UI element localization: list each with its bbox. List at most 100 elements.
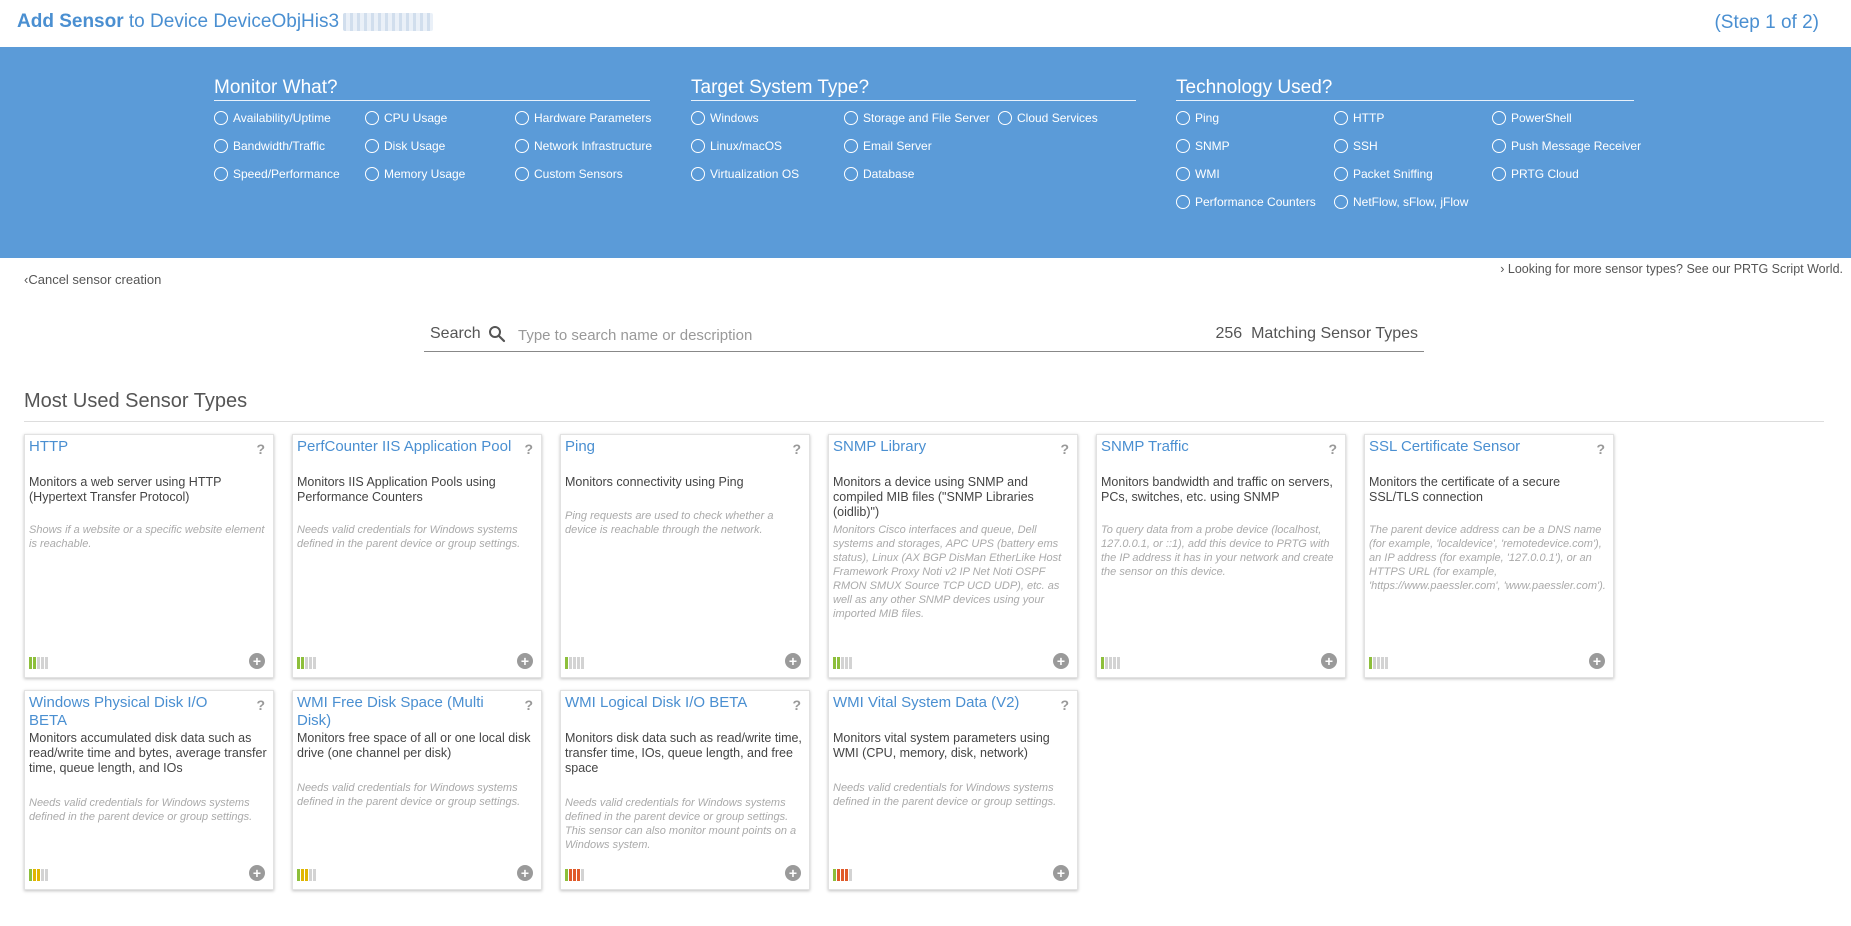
help-icon[interactable]: ? [256, 697, 265, 713]
sensor-card[interactable]: SNMP Library? Monitors a device using SNM… [828, 434, 1078, 678]
sensor-card-name[interactable]: PerfCounter IIS Application Pool [297, 438, 517, 456]
impact-bar [833, 869, 836, 881]
sensor-card-name[interactable]: SNMP Traffic [1101, 438, 1321, 456]
sensor-card[interactable]: WMI Logical Disk I/O BETA? Monitors disk … [560, 690, 810, 890]
help-icon[interactable]: ? [1328, 441, 1337, 457]
target-system-heading: Target System Type? [691, 77, 1136, 101]
add-sensor-plus-icon[interactable]: + [1589, 653, 1605, 669]
impact-bar [313, 869, 316, 881]
filter-performance-counters[interactable]: Performance Counters [1176, 195, 1316, 209]
device-name[interactable]: DeviceObjHis3 [213, 11, 339, 32]
filter-cpu-usage[interactable]: CPU Usage [365, 111, 447, 125]
impact-bar [1113, 657, 1116, 669]
step-indicator: (Step 1 of 2) [1714, 12, 1819, 33]
sensor-card-description: Monitors free space of all or one local … [297, 731, 531, 760]
sensor-card-name[interactable]: HTTP [29, 438, 249, 456]
filter-ping[interactable]: Ping [1176, 111, 1219, 125]
filter-virtualization-os[interactable]: Virtualization OS [691, 167, 799, 181]
filter-linux-macos[interactable]: Linux/macOS [691, 139, 782, 153]
sensor-card[interactable]: PerfCounter IIS Application Pool? Monitor… [292, 434, 542, 678]
help-icon[interactable]: ? [1596, 441, 1605, 457]
help-icon[interactable]: ? [256, 441, 265, 457]
impact-bar [837, 657, 840, 669]
sensor-card[interactable]: SNMP Traffic? Monitors bandwidth and traf… [1096, 434, 1346, 678]
add-sensor-plus-icon[interactable]: + [1053, 865, 1069, 881]
impact-bar [305, 869, 308, 881]
filter-netflow[interactable]: NetFlow, sFlow, jFlow [1334, 195, 1468, 209]
filter-storage-file-server[interactable]: Storage and File Server [844, 111, 990, 125]
help-icon[interactable]: ? [1060, 697, 1069, 713]
sensor-card-description: Monitors a device using SNMP and compile… [833, 475, 1034, 519]
cancel-sensor-creation-link[interactable]: ‹Cancel sensor creation [24, 272, 161, 287]
add-sensor-plus-icon[interactable]: + [785, 653, 801, 669]
add-sensor-plus-icon[interactable]: + [517, 653, 533, 669]
sensor-card-note: Monitors Cisco interfaces and queue, Del… [833, 524, 1062, 620]
add-sensor-plus-icon[interactable]: + [785, 865, 801, 881]
sensor-card-note: Needs valid credentials for Windows syst… [833, 782, 1057, 808]
sensor-card-name[interactable]: WMI Vital System Data (V2) [833, 694, 1053, 712]
radio-icon [1176, 167, 1190, 181]
radio-icon [1492, 111, 1506, 125]
filter-cloud-services[interactable]: Cloud Services [998, 111, 1098, 125]
help-icon[interactable]: ? [1060, 441, 1069, 457]
filter-memory-usage[interactable]: Memory Usage [365, 167, 465, 181]
help-icon[interactable]: ? [524, 441, 533, 457]
filter-ssh[interactable]: SSH [1334, 139, 1378, 153]
script-world-link[interactable]: › Looking for more sensor types? See our… [1500, 262, 1843, 276]
filter-bandwidth-traffic[interactable]: Bandwidth/Traffic [214, 139, 325, 153]
impact-bar [37, 869, 40, 881]
filter-snmp[interactable]: SNMP [1176, 139, 1230, 153]
filter-windows[interactable]: Windows [691, 111, 759, 125]
add-sensor-plus-icon[interactable]: + [1321, 653, 1337, 669]
filter-wmi[interactable]: WMI [1176, 167, 1220, 181]
filter-availability[interactable]: Availability/Uptime [214, 111, 331, 125]
performance-impact-bars [565, 657, 584, 669]
search-input[interactable] [518, 323, 1078, 347]
radio-icon [844, 139, 858, 153]
help-icon[interactable]: ? [792, 441, 801, 457]
filter-disk-usage[interactable]: Disk Usage [365, 139, 445, 153]
sensor-card[interactable]: WMI Free Disk Space (Multi Disk)? Monitor… [292, 690, 542, 890]
filter-packet-sniffing[interactable]: Packet Sniffing [1334, 167, 1433, 181]
sensor-card-name[interactable]: WMI Free Disk Space (Multi Disk) [297, 694, 517, 730]
sensor-card[interactable]: Windows Physical Disk I/O BETA? Monitors … [24, 690, 274, 890]
sensor-card[interactable]: Ping? Monitors connectivity using Ping Pin… [560, 434, 810, 678]
sensor-card[interactable]: HTTP? Monitors a web server using HTTP (H… [24, 434, 274, 678]
filter-powershell[interactable]: PowerShell [1492, 111, 1572, 125]
filter-prtg-cloud[interactable]: PRTG Cloud [1492, 167, 1579, 181]
help-icon[interactable]: ? [524, 697, 533, 713]
filter-email-server[interactable]: Email Server [844, 139, 932, 153]
filter-hardware-parameters[interactable]: Hardware Parameters [515, 111, 651, 125]
sensor-card-name[interactable]: SNMP Library [833, 438, 1053, 456]
add-sensor-plus-icon[interactable]: + [1053, 653, 1069, 669]
impact-bar [309, 869, 312, 881]
page-title: Add Sensor to Device DeviceObjHis3 [17, 11, 434, 33]
add-sensor-plus-icon[interactable]: + [249, 865, 265, 881]
sensor-card-name[interactable]: Ping [565, 438, 785, 456]
sensor-card[interactable]: WMI Vital System Data (V2)? Monitors vita… [828, 690, 1078, 890]
filter-http[interactable]: HTTP [1334, 111, 1384, 125]
performance-impact-bars [565, 869, 584, 881]
sensor-card-name[interactable]: WMI Logical Disk I/O BETA [565, 694, 785, 712]
filter-database[interactable]: Database [844, 167, 914, 181]
impact-bar [1385, 657, 1388, 669]
impact-bar [841, 869, 844, 881]
filter-push-message-receiver[interactable]: Push Message Receiver [1492, 139, 1641, 153]
sensor-card[interactable]: SSL Certificate Sensor? Monitors the cert… [1364, 434, 1614, 678]
sensor-card-name[interactable]: SSL Certificate Sensor [1369, 438, 1589, 456]
impact-bar [1373, 657, 1376, 669]
filter-custom-sensors[interactable]: Custom Sensors [515, 167, 623, 181]
filter-network-infrastructure[interactable]: Network Infrastructure [515, 139, 652, 153]
search-icon[interactable] [488, 325, 506, 343]
radio-icon [1492, 167, 1506, 181]
help-icon[interactable]: ? [792, 697, 801, 713]
filter-speed-performance[interactable]: Speed/Performance [214, 167, 340, 181]
sensor-card-description: Monitors vital system parameters using W… [833, 731, 1050, 760]
add-sensor-plus-icon[interactable]: + [517, 865, 533, 881]
add-sensor-plus-icon[interactable]: + [249, 653, 265, 669]
target-system-group: Target System Type? [691, 77, 1136, 101]
monitor-what-heading: Monitor What? [214, 77, 650, 101]
radio-icon [1334, 195, 1348, 209]
sensor-card-name[interactable]: Windows Physical Disk I/O BETA [29, 694, 249, 730]
technology-heading: Technology Used? [1176, 77, 1634, 101]
